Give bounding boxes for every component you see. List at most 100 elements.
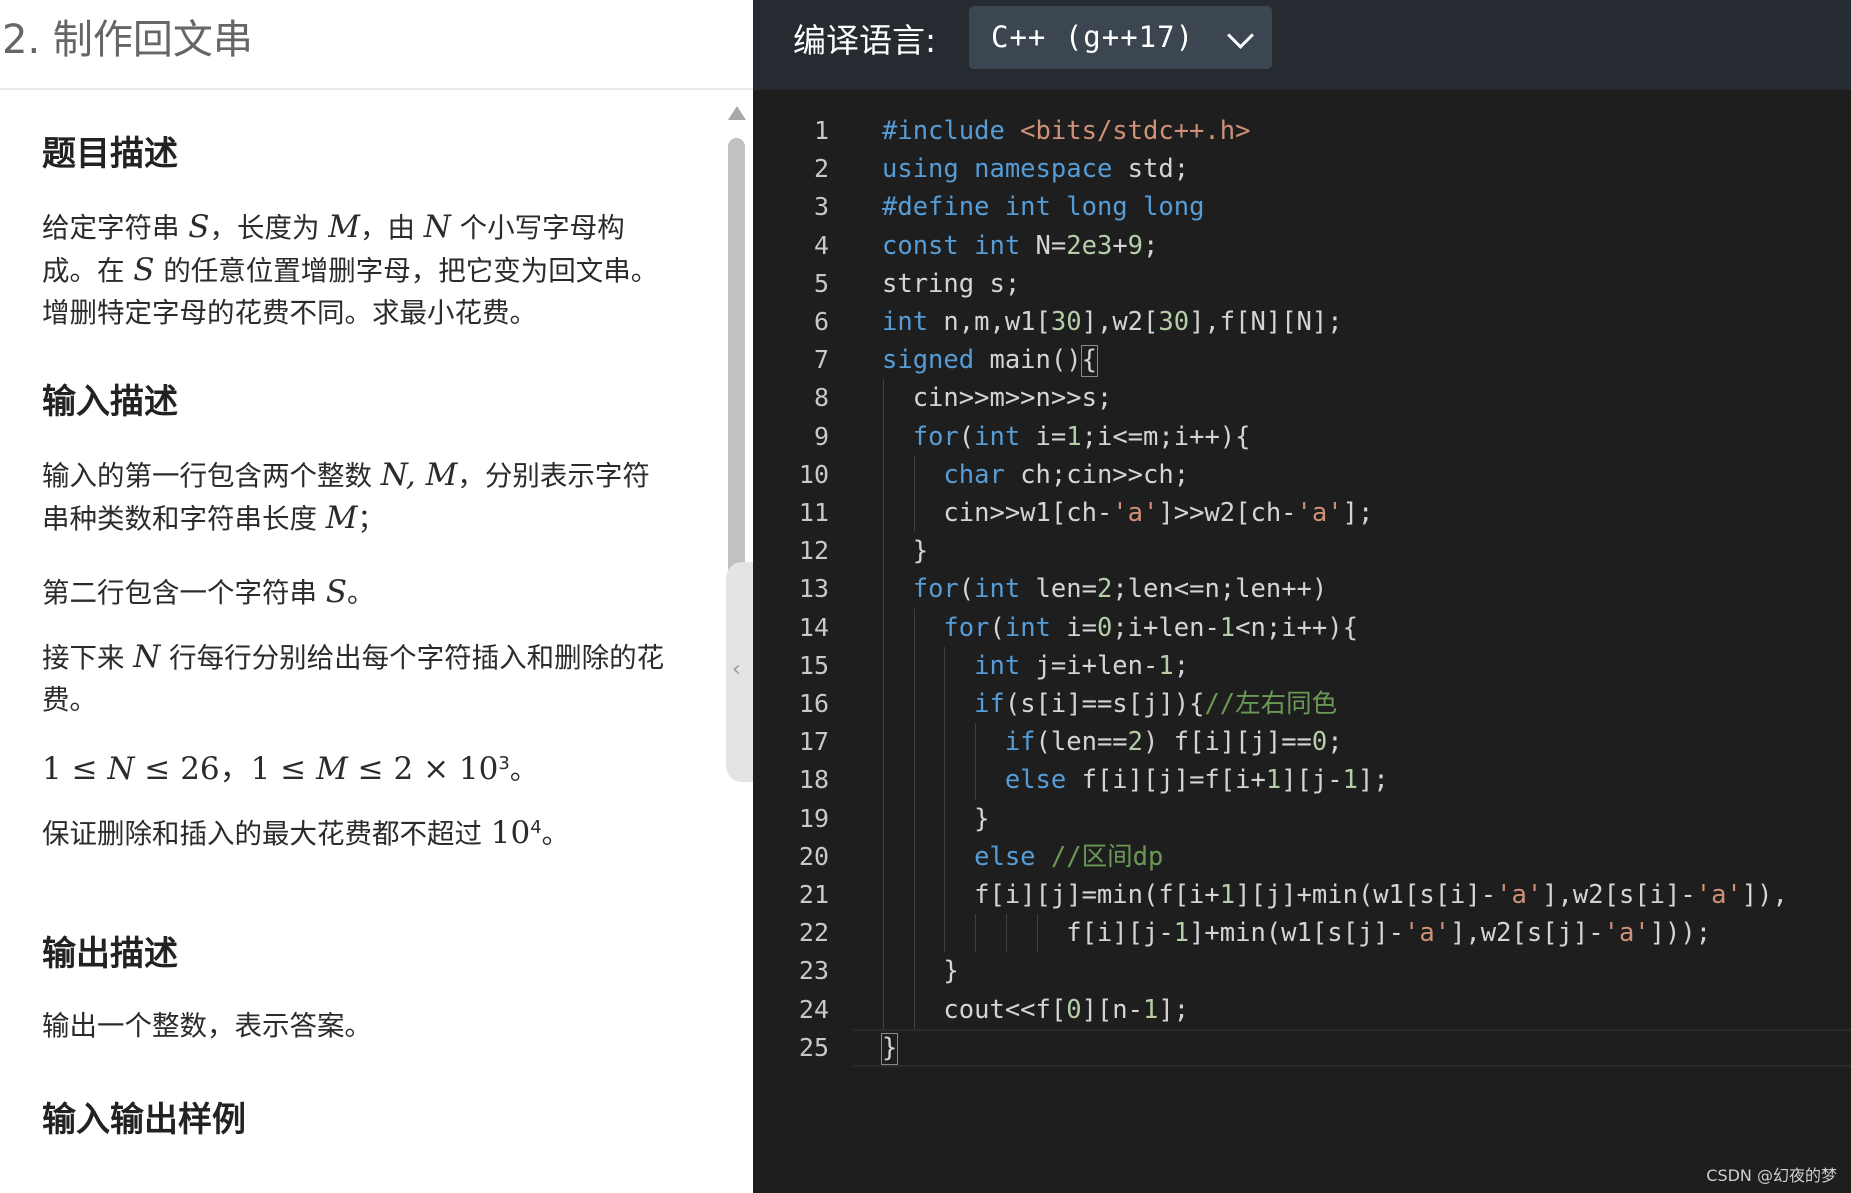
indent-guide [883, 646, 884, 685]
math-text: ≤ 2 × 10 [347, 751, 499, 787]
text: 个小写字母构 [450, 212, 625, 244]
code-line[interactable]: 6 int n,m,w1[30],w2[30],f[N][N]; [753, 303, 1851, 341]
line-number: 6 [813, 307, 829, 336]
indent-guide [1036, 914, 1038, 953]
indent-guide [913, 952, 915, 991]
code-text: for(int i=1;i<=m;i++){ [912, 421, 1251, 452]
text: 给定字符串 [42, 212, 189, 244]
indent-guide [883, 455, 884, 494]
code-line[interactable]: 11 cin>>w1[ch-'a']>>w2[ch-'a']; [753, 494, 1851, 533]
indent-guide [913, 723, 915, 762]
line-number: 17 [798, 727, 829, 757]
text: 的任意位置增删字母，把它变为回文串。 [154, 255, 659, 287]
indent-guide [944, 685, 946, 724]
code-line[interactable]: 13 for(int len=2;len<=n;len++) [753, 570, 1851, 609]
indent-guide [913, 455, 915, 494]
indent-guide [883, 570, 884, 609]
line-number: 19 [798, 803, 829, 833]
code-line[interactable]: 2 using namespace std; [753, 150, 1851, 188]
text: 串种类数和字符串长度 [42, 503, 326, 535]
line-number: 10 [798, 459, 829, 489]
line-number: 18 [798, 765, 829, 795]
scroll-up-arrow-icon[interactable] [728, 106, 746, 120]
indent-guide [944, 876, 946, 915]
indent-guide [883, 761, 884, 800]
code-line[interactable]: 8 cin>>m>>n>>s; [753, 379, 1851, 418]
math-var: N, M [380, 457, 458, 493]
indent-guide [913, 914, 915, 953]
text: 费。 [42, 684, 97, 716]
code-line[interactable]: 12 } [753, 532, 1851, 571]
code-line[interactable]: 24 cout<<f[0][n-1]; [753, 990, 1851, 1029]
indent-guide [913, 646, 915, 685]
math-var: N [133, 639, 161, 675]
indent-guide [883, 494, 884, 533]
code-line[interactable]: 15 int j=i+len-1; [753, 646, 1851, 685]
indent-guide [975, 761, 977, 800]
watermark: CSDN @幻夜的梦 [1706, 1166, 1837, 1185]
code-line[interactable]: 22 f[i][j-1]+min(w1[s[j]-'a'],w2[s[j]-'a… [753, 914, 1851, 953]
text: 行每行分别给出每个字符插入和删除的花 [160, 642, 665, 674]
code-text: for(int i=0;i+len-1<n;i++){ [943, 612, 1358, 643]
code-text: using namespace std; [882, 154, 1190, 185]
code-line[interactable]: 1 #include <bits/stdc++.h> [753, 112, 1851, 150]
line-number: 1 [813, 116, 829, 145]
code-line[interactable]: 4 const int N=2e3+9; [753, 227, 1851, 265]
math-text: 10 [490, 815, 531, 851]
line-number: 8 [813, 383, 829, 413]
text: 。 [509, 754, 538, 786]
indent-guide [883, 952, 884, 991]
input-heading: 输入描述 [42, 382, 178, 422]
line-number: 22 [798, 918, 829, 948]
language-select[interactable]: C++ (g++17) [969, 6, 1272, 69]
text: 。 [347, 577, 375, 609]
scrollbar-thumb[interactable] [728, 138, 745, 578]
code-line[interactable]: 19 } [753, 799, 1851, 838]
indent-guide [883, 379, 884, 418]
code-line[interactable]: 21 f[i][j]=min(f[i+1][j]+min(w1[s[i]-'a'… [753, 876, 1851, 915]
code-text: for(int len=2;len<=n;len++) [912, 574, 1328, 605]
indent-guide [883, 417, 884, 456]
problem-header: 2. 制作回文串 [0, 0, 753, 90]
indent-guide [883, 876, 884, 915]
indent-guide [883, 837, 884, 876]
language-label: 编译语言: [793, 21, 937, 60]
math-var: M [325, 500, 358, 536]
code-line[interactable]: 9 for(int i=1;i<=m;i++){ [753, 417, 1851, 456]
line-number: 16 [798, 689, 829, 718]
math-var: N [107, 751, 135, 787]
code-line[interactable]: 20 else //区间dp [753, 837, 1851, 876]
code-line[interactable]: 16 if(s[i]==s[j]){//左右同色 [753, 685, 1851, 724]
chevron-left-icon: ‹ [732, 657, 741, 682]
text: 输入的第一行包含两个整数 [42, 460, 381, 492]
input-line-2: 第二行包含一个字符串 S。 [42, 571, 682, 614]
code-line[interactable]: 25} [753, 1029, 1851, 1067]
code-text: int n,m,w1[30],w2[30],f[N][N]; [882, 307, 1343, 337]
code-text: cin>>m>>n>>s; [882, 383, 1113, 414]
line-number: 7 [813, 345, 829, 375]
code-line[interactable]: 10 char ch;cin>>ch; [753, 455, 1851, 494]
math-var: M [328, 209, 360, 245]
line-number: 25 [798, 1032, 829, 1062]
text: ； [357, 503, 386, 535]
text: ，由 [360, 212, 424, 244]
indent-guide [913, 761, 915, 800]
line-number: 12 [798, 536, 829, 566]
code-line[interactable]: 17 if(len==2) f[i][j]==0; [753, 723, 1851, 762]
indent-guide [913, 685, 915, 724]
line-number: 5 [813, 268, 829, 298]
output-text: 输出一个整数，表示答案。 [42, 1010, 372, 1042]
code-line[interactable]: 23 } [753, 952, 1851, 991]
code-line[interactable]: 18 else f[i][j]=f[i+1][j-1]; [753, 761, 1851, 800]
code-line[interactable]: 5 string s; [753, 265, 1851, 303]
indent-guide [944, 914, 946, 953]
code-line[interactable]: 7 signed main(){ [753, 341, 1851, 379]
indent-guide [944, 837, 946, 876]
code-line[interactable]: 3 #define int long long [753, 188, 1851, 226]
indent-guide [883, 685, 884, 724]
line-number: 23 [798, 956, 829, 986]
code-line[interactable]: 14 for(int i=0;i+len-1<n;i++){ [753, 608, 1851, 647]
code-text: string s; [882, 268, 1021, 299]
chevron-down-icon [1227, 22, 1254, 49]
problem-title: 2. 制作回文串 [2, 17, 253, 63]
